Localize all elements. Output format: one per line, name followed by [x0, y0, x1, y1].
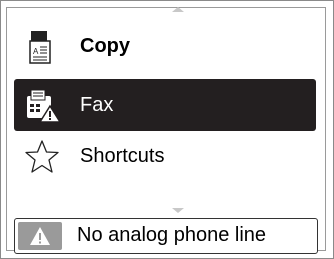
status-text: No analog phone line	[77, 224, 267, 246]
fax-warning-icon	[24, 88, 62, 124]
menu-item-label: Shortcuts	[80, 144, 165, 167]
menu-item-copy[interactable]: A Copy	[14, 20, 316, 72]
scroll-down-arrow[interactable]	[7, 205, 325, 215]
menu-item-shortcuts[interactable]: Shortcuts	[14, 130, 316, 182]
menu-item-label: Fax	[80, 93, 114, 116]
scroll-up-arrow[interactable]	[7, 7, 325, 15]
warning-icon	[30, 227, 50, 245]
warning-badge	[18, 222, 62, 250]
chevron-up-icon	[172, 7, 184, 12]
chevron-down-icon	[172, 208, 184, 213]
star-outline-icon	[24, 139, 60, 175]
svg-text:A: A	[33, 47, 39, 56]
menu-item-fax[interactable]: Fax	[14, 79, 316, 131]
status-message-bar: No analog phone line	[14, 218, 318, 254]
copy-document-icon: A	[24, 29, 60, 65]
menu-item-label: Copy	[80, 34, 130, 57]
